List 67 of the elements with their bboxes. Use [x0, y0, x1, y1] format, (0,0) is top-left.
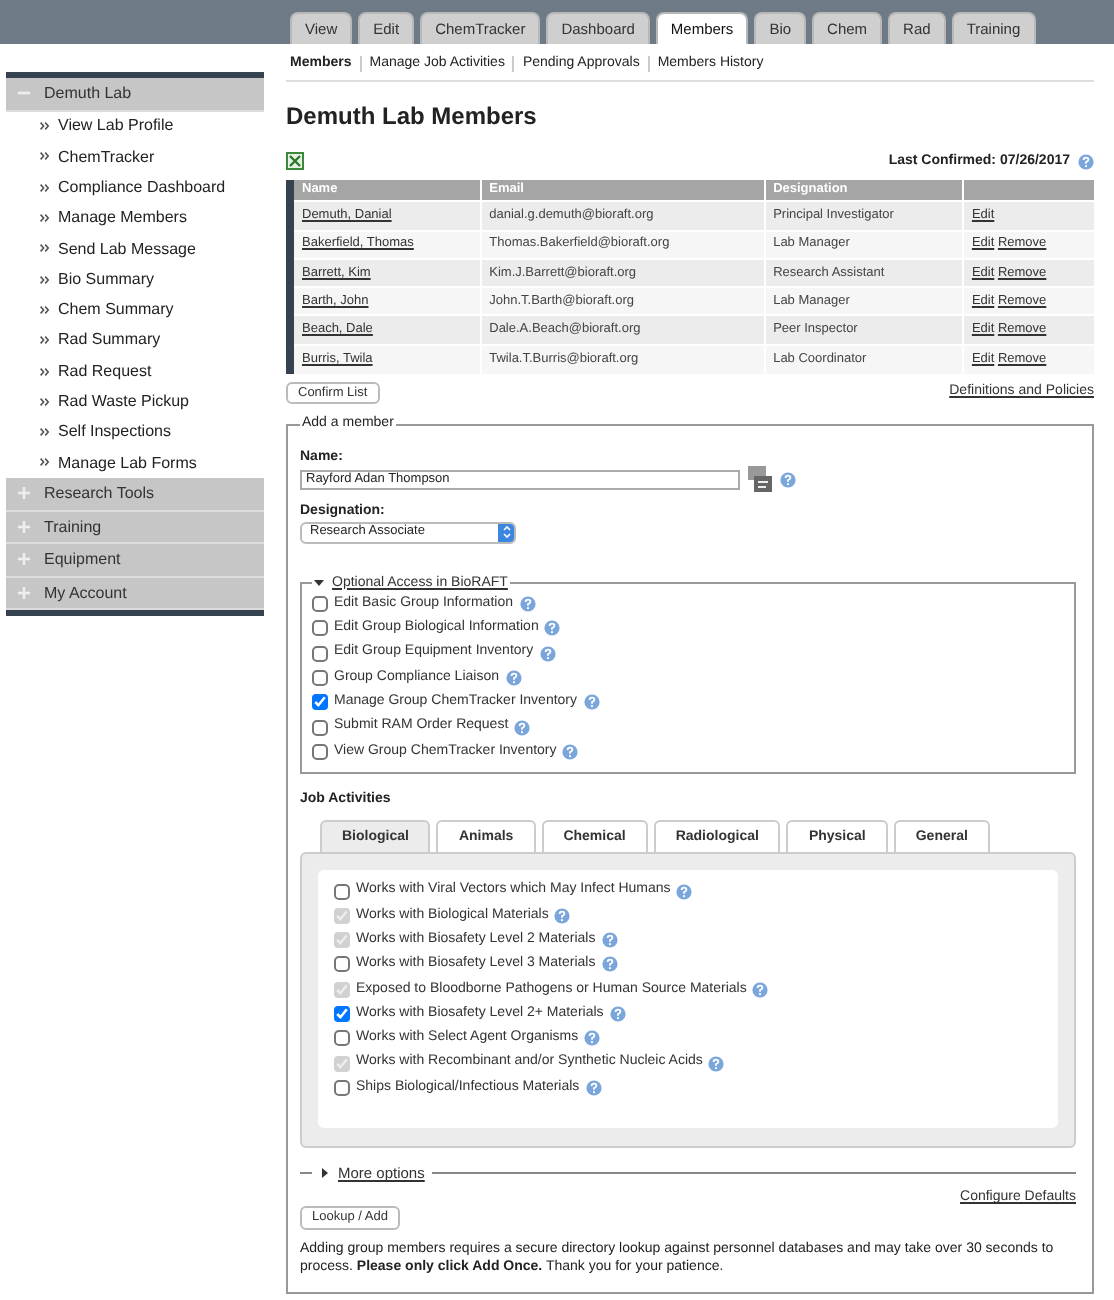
double-chevron-icon: [40, 397, 50, 406]
help-icon[interactable]: [514, 719, 531, 736]
checkbox[interactable]: [334, 1030, 350, 1047]
double-chevron-icon: [40, 275, 50, 284]
sidebar-link[interactable]: Manage Members: [58, 208, 187, 228]
directory-icon[interactable]: [748, 466, 772, 493]
checkbox[interactable]: [312, 645, 328, 662]
sidebar-link[interactable]: Rad Summary: [58, 330, 161, 351]
sidebar-section[interactable]: My Account: [44, 583, 127, 603]
expand-icon[interactable]: [16, 519, 32, 534]
page-title: Demuth Lab Members: [286, 102, 539, 132]
help-icon[interactable]: [609, 1006, 626, 1023]
help-icon[interactable]: [544, 620, 561, 637]
double-chevron-icon: [40, 458, 50, 467]
double-chevron-icon: [40, 367, 50, 376]
spreadsheet-icon[interactable]: [286, 152, 304, 171]
checkbox[interactable]: [312, 694, 328, 711]
help-icon[interactable]: [708, 1055, 725, 1072]
help-icon[interactable]: [585, 1079, 602, 1096]
stepper-arrows-icon: [501, 524, 511, 541]
checkbox[interactable]: [334, 1079, 350, 1096]
checkbox[interactable]: [312, 620, 328, 637]
help-icon[interactable]: [505, 669, 521, 686]
help-icon[interactable]: [601, 932, 618, 949]
double-chevron-icon: [40, 305, 50, 314]
double-chevron-icon: [40, 122, 50, 131]
sidebar-link[interactable]: View Lab Profile: [58, 116, 174, 136]
sidebar-link[interactable]: Rad Waste Pickup: [58, 392, 190, 412]
triangle-down-icon[interactable]: [314, 578, 324, 589]
expand-icon[interactable]: [16, 552, 32, 567]
help-icon[interactable]: [583, 694, 600, 711]
checkbox[interactable]: [334, 956, 350, 973]
help-icon[interactable]: [752, 981, 769, 998]
sidebar-link[interactable]: Chem Summary: [58, 300, 174, 320]
sidebar-link[interactable]: Compliance Dashboard: [58, 177, 226, 198]
checkbox[interactable]: [312, 596, 328, 613]
help-icon[interactable]: [1078, 153, 1094, 170]
sidebar-link[interactable]: Self Inspections: [58, 422, 171, 442]
help-icon[interactable]: [562, 743, 579, 760]
sidebar-section[interactable]: Training: [44, 517, 102, 537]
help-icon[interactable]: [519, 596, 535, 613]
expand-icon[interactable]: [16, 585, 32, 600]
sidebar-link[interactable]: Bio Summary: [58, 269, 155, 289]
double-chevron-icon: [40, 428, 50, 437]
help-icon[interactable]: [676, 883, 693, 900]
sidebar-link[interactable]: Send Lab Message: [58, 239, 196, 259]
double-chevron-icon: [40, 214, 50, 223]
help-icon[interactable]: [780, 471, 796, 488]
help-icon[interactable]: [539, 645, 556, 662]
checkbox[interactable]: [334, 883, 350, 900]
checkbox[interactable]: [312, 669, 328, 686]
sidebar-link[interactable]: ChemTracker: [58, 147, 155, 167]
sidebar-link[interactable]: Manage Lab Forms: [58, 453, 197, 473]
double-chevron-icon: [40, 183, 50, 192]
help-icon[interactable]: [584, 1030, 601, 1047]
double-chevron-icon: [40, 336, 50, 345]
checkbox[interactable]: [312, 719, 328, 736]
double-chevron-icon: [40, 152, 50, 161]
help-icon[interactable]: [554, 907, 571, 924]
sidebar-link[interactable]: Rad Request: [58, 361, 152, 381]
checkbox[interactable]: [312, 743, 328, 760]
expand-icon[interactable]: [16, 486, 32, 501]
triangle-right-icon[interactable]: [320, 1168, 330, 1179]
help-icon[interactable]: [601, 956, 618, 973]
double-chevron-icon: [40, 244, 50, 253]
sidebar-section[interactable]: Equipment: [44, 550, 121, 570]
checkbox[interactable]: [334, 1006, 350, 1023]
